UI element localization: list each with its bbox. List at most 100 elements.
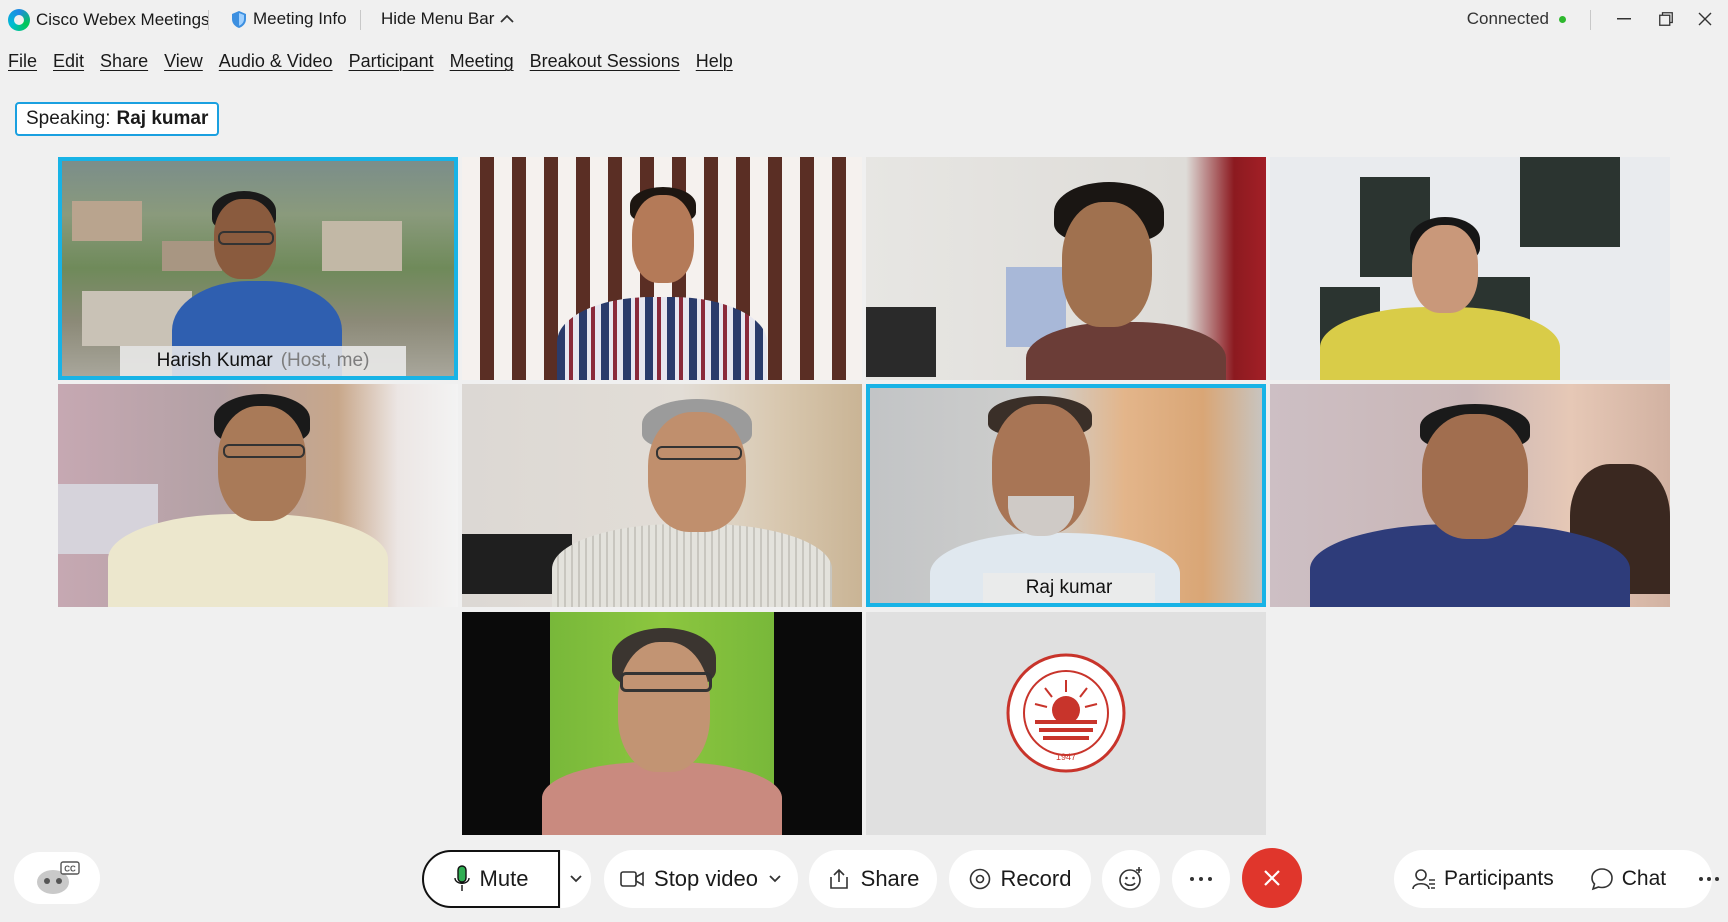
menu-share[interactable]: Share [92,48,156,76]
participant-role: (Host, me) [280,350,370,371]
glasses [656,446,742,460]
building-shape [322,221,402,271]
connection-status-text: Connected [1466,9,1549,28]
chevron-down-icon [570,875,582,883]
audio-options-dropdown[interactable] [561,850,591,908]
menu-view[interactable]: View [156,48,211,76]
participant-name: Raj kumar [1025,577,1113,598]
person-torso [557,297,767,380]
menu-file[interactable]: File [0,48,45,76]
glasses [620,672,712,692]
caption-assistant-icon: CC [37,861,80,894]
video-tile-participant[interactable] [462,612,862,835]
participants-button[interactable]: Participants [1394,850,1574,908]
chat-button[interactable]: Chat [1574,850,1682,908]
record-button[interactable]: Record [949,850,1091,908]
close-icon [1264,870,1280,886]
menu-edit[interactable]: Edit [45,48,92,76]
closed-caption-button[interactable]: CC [14,852,100,904]
person-face [1062,202,1152,327]
record-label: Record [1000,866,1072,891]
participant-nameplate: Raj kumar [983,573,1155,603]
menu-audio-video[interactable]: Audio & Video [211,48,341,76]
glasses [223,444,305,458]
mute-label: Mute [479,866,529,891]
person-torso [108,514,388,607]
title-bar: Cisco Webex Meetings Meeting Info Hide M… [0,0,1728,40]
video-camera-icon [620,871,644,887]
chevron-down-icon[interactable] [768,874,782,884]
participant-name: Harish Kumar [156,350,273,371]
menu-meeting[interactable]: Meeting [442,48,522,76]
chevron-up-icon [500,14,515,23]
participant-nameplate: Harish Kumar (Host, me) [120,346,406,376]
more-icon [1699,877,1720,881]
menu-breakout-sessions[interactable]: Breakout Sessions [522,48,688,76]
meeting-info-button[interactable]: Meeting Info [231,9,347,29]
monitor-shape [866,307,936,377]
restore-icon [1659,12,1673,26]
divider [1590,10,1591,30]
person-face [632,195,694,283]
video-tile-avatar[interactable]: 1947 [866,612,1266,835]
divider [208,10,209,30]
end-meeting-button[interactable] [1242,848,1302,908]
video-tile-participant[interactable] [866,157,1266,380]
video-tile-participant[interactable] [462,384,862,607]
reactions-button[interactable] [1102,850,1160,908]
more-options-button[interactable] [1172,850,1230,908]
close-icon [1698,12,1712,26]
hide-menu-bar-button[interactable]: Hide Menu Bar [381,9,515,29]
restore-button[interactable] [1651,4,1681,34]
panel-controls: Participants Chat [1394,850,1720,908]
webex-logo-icon [8,9,30,31]
person-face [1422,414,1528,539]
shield-icon [232,10,246,28]
video-tile-participant[interactable] [58,384,458,607]
person-face [1412,225,1478,313]
share-label: Share [860,866,920,891]
university-seal-icon: 1947 [1006,653,1126,773]
participants-icon [1412,869,1435,890]
share-button[interactable]: Share [809,850,937,908]
participants-label: Participants [1444,867,1554,890]
more-icon [1190,877,1212,881]
building-shape [162,241,222,271]
speaking-label: Speaking: [26,108,111,129]
share-icon [829,868,848,889]
chat-label: Chat [1621,867,1667,890]
menu-help[interactable]: Help [688,48,741,76]
emoji-icon [1119,867,1142,891]
more-panels-button[interactable] [1682,850,1728,908]
person-torso [542,762,782,835]
video-tile-participant[interactable] [462,157,862,380]
hide-menu-bar-label: Hide Menu Bar [381,9,495,28]
microphone-icon [453,865,470,891]
video-tile-host[interactable]: Harish Kumar (Host, me) [58,157,458,380]
building-shape [72,201,142,241]
stop-video-button[interactable]: Stop video [604,850,798,908]
video-tile-active-speaker[interactable]: Raj kumar [866,384,1266,607]
person-torso [1320,307,1560,380]
video-tile-participant[interactable] [1270,157,1670,380]
person-face [618,642,710,772]
person-face [648,412,746,532]
menu-participant[interactable]: Participant [341,48,442,76]
svg-text:CC: CC [64,865,76,874]
connection-status: Connected [1467,9,1566,29]
person-torso [1026,322,1226,380]
menu-bar: File Edit Share View Audio & Video Parti… [0,48,741,76]
mute-button[interactable]: Mute [422,850,560,908]
chair-panel [1520,157,1620,247]
video-tile-participant[interactable] [1270,384,1670,607]
speaking-name: Raj kumar [116,108,209,129]
stop-video-label: Stop video [654,866,758,891]
minimize-icon [1617,18,1631,20]
status-dot-icon [1559,15,1566,23]
seal-year: 1947 [1056,752,1076,762]
meeting-info-label: Meeting Info [253,9,347,28]
person-face [218,406,306,521]
close-button[interactable] [1690,4,1720,34]
divider [360,10,361,30]
minimize-button[interactable] [1609,4,1639,34]
